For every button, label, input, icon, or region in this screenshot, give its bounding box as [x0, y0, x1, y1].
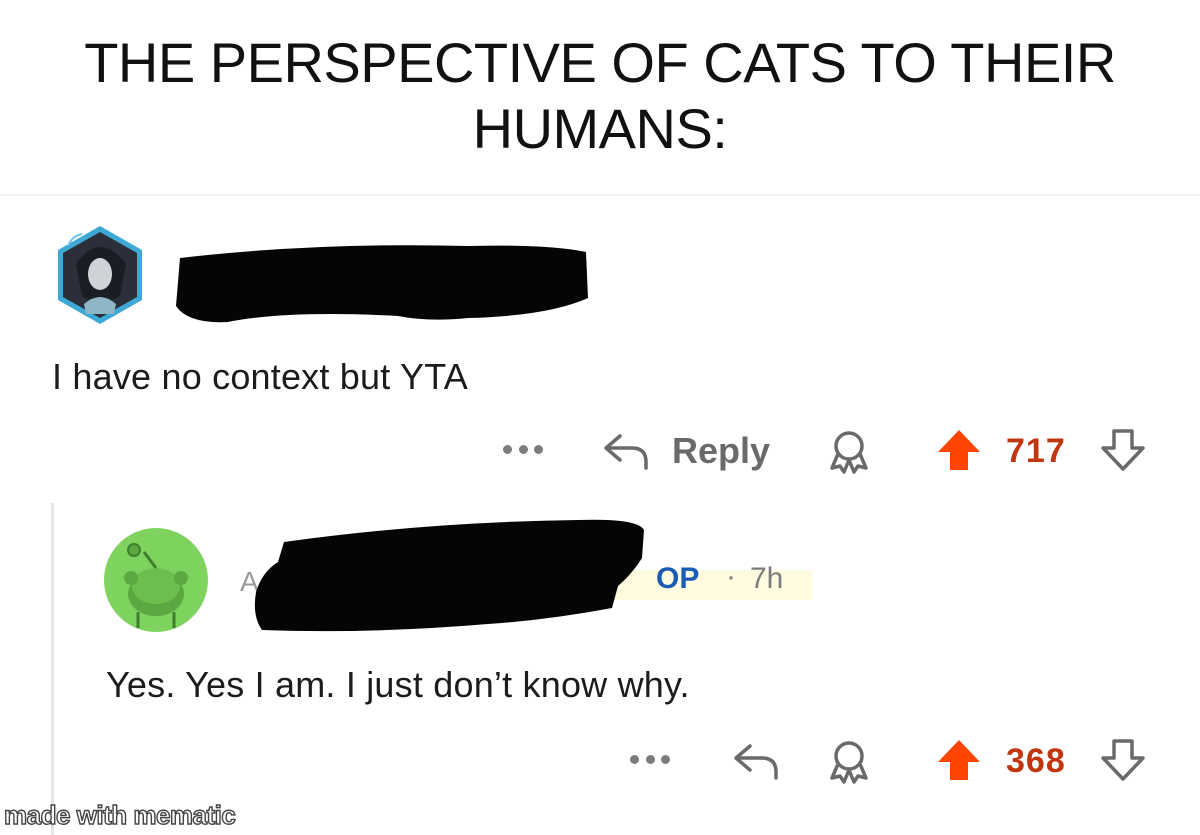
downvote-arrow-icon[interactable]	[1100, 738, 1146, 782]
meta-separator: ·	[726, 560, 736, 593]
award-icon[interactable]	[826, 428, 872, 474]
comment-body: I have no context but YTA	[52, 356, 468, 397]
user-avatar-hex[interactable]	[54, 224, 146, 326]
meme-title: THE PERSPECTIVE OF CATS TO THEIR HUMANS:	[84, 31, 1116, 160]
more-dots-icon[interactable]	[503, 434, 543, 464]
score-count: 368	[1006, 742, 1066, 780]
upvote-arrow-icon[interactable]	[936, 738, 982, 782]
redaction-scribble	[176, 245, 588, 323]
reply-button[interactable]: Reply	[672, 430, 770, 472]
header-divider	[0, 194, 1200, 196]
comment-actions: 368	[0, 738, 1200, 788]
upvote-arrow-icon[interactable]	[936, 428, 982, 472]
score-count: 717	[1006, 432, 1066, 470]
comment-time: 7h	[750, 562, 784, 595]
watermark: made with mematic	[3, 799, 236, 830]
reply-arrow-icon[interactable]	[732, 740, 782, 780]
user-avatar-snoo[interactable]	[104, 528, 208, 632]
reply-arrow-icon[interactable]	[602, 430, 652, 470]
comment-actions: Reply 717	[0, 428, 1200, 478]
comment-body: Yes. Yes I am. I just don’t know why.	[106, 664, 690, 705]
redaction-scribble	[254, 519, 644, 632]
downvote-arrow-icon[interactable]	[1100, 428, 1146, 472]
more-dots-icon[interactable]	[630, 744, 670, 774]
op-badge: OP	[656, 562, 700, 595]
award-icon[interactable]	[826, 738, 872, 784]
